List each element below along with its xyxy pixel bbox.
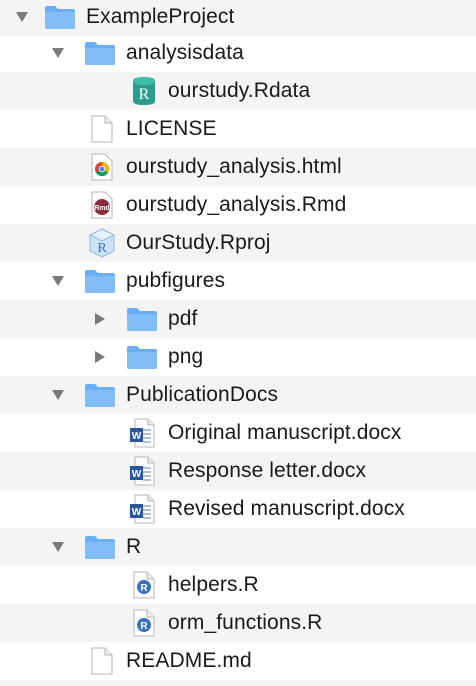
tree-row-label: LICENSE <box>126 117 217 140</box>
chrome-icon <box>86 148 118 186</box>
tree-row-readme[interactable]: README.md <box>0 642 476 680</box>
svg-text:W: W <box>132 431 142 442</box>
tree-row-label: pdf <box>168 307 198 330</box>
folder-icon <box>84 528 116 566</box>
tree-row-example-project[interactable]: ExampleProject <box>0 0 476 36</box>
svg-text:W: W <box>132 469 142 480</box>
tree-row-label: OurStudy.Rproj <box>126 231 271 254</box>
tree-row-label: helpers.R <box>168 573 259 596</box>
tree-row-label: ourstudy_analysis.Rmd <box>126 193 347 216</box>
svg-text:Rmd: Rmd <box>94 205 110 212</box>
tree-row-label: png <box>168 345 204 368</box>
rmarkdown-icon: Rmd <box>86 186 118 224</box>
tree-row-ourstudy-analysis-rmd[interactable]: Rmd ourstudy_analysis.Rmd <box>0 186 476 224</box>
tree-row-analysisdata[interactable]: analysisdata <box>0 34 476 72</box>
tree-row-pdf[interactable]: pdf <box>0 300 476 338</box>
tree-row-publicationdocs[interactable]: PublicationDocs <box>0 376 476 414</box>
folder-icon <box>84 262 116 300</box>
word-document-icon: W <box>126 414 158 452</box>
tree-row-ourstudy-rproj[interactable]: R OurStudy.Rproj <box>0 224 476 262</box>
svg-text:W: W <box>132 507 142 518</box>
word-document-icon: W <box>126 452 158 490</box>
folder-icon <box>84 376 116 414</box>
tree-row-license[interactable]: LICENSE <box>0 110 476 148</box>
folder-icon <box>44 0 76 36</box>
tree-row-label: README.md <box>126 649 252 672</box>
document-icon <box>86 642 118 680</box>
disclosure-expanded-icon[interactable] <box>48 262 68 300</box>
tree-row-r-folder[interactable]: R <box>0 528 476 566</box>
tree-row-revised-manuscript[interactable]: W Revised manuscript.docx <box>0 490 476 528</box>
tree-row-pubfigures[interactable]: pubfigures <box>0 262 476 300</box>
disclosure-expanded-icon[interactable] <box>12 0 32 36</box>
tree-row-label: R <box>126 535 142 558</box>
tree-row-response-letter[interactable]: W Response letter.docx <box>0 452 476 490</box>
tree-row-label: Revised manuscript.docx <box>168 497 405 520</box>
word-document-icon: W <box>126 490 158 528</box>
svg-text:R: R <box>140 621 148 632</box>
disclosure-collapsed-icon[interactable] <box>90 338 110 376</box>
folder-icon <box>84 34 116 72</box>
tree-row-partial <box>0 680 476 686</box>
tree-row-label: PublicationDocs <box>126 383 279 406</box>
folder-icon <box>126 338 158 376</box>
tree-row-label: ourstudy_analysis.html <box>126 155 342 178</box>
r-project-icon: R <box>86 224 118 262</box>
tree-row-original-manuscript[interactable]: W Original manuscript.docx <box>0 414 476 452</box>
disclosure-expanded-icon[interactable] <box>48 34 68 72</box>
tree-row-label: Response letter.docx <box>168 459 367 482</box>
disclosure-expanded-icon[interactable] <box>48 528 68 566</box>
svg-text:R: R <box>97 241 107 256</box>
folder-icon <box>126 300 158 338</box>
disclosure-expanded-icon[interactable] <box>48 376 68 414</box>
tree-row-label: ExampleProject <box>86 5 235 28</box>
tree-row-label: pubfigures <box>126 269 226 292</box>
svg-text:R: R <box>139 86 150 103</box>
tree-row-png[interactable]: png <box>0 338 476 376</box>
svg-text:R: R <box>140 583 148 594</box>
tree-row-helpers-r[interactable]: R helpers.R <box>0 566 476 604</box>
tree-row-ourstudy-analysis-html[interactable]: ourstudy_analysis.html <box>0 148 476 186</box>
tree-row-label: analysisdata <box>126 41 244 64</box>
document-icon <box>86 110 118 148</box>
tree-row-ourstudy-rdata[interactable]: R ourstudy.Rdata <box>0 72 476 110</box>
file-tree: ExampleProject analysisdata R ourstudy.R… <box>0 0 476 686</box>
disclosure-collapsed-icon[interactable] <box>90 300 110 338</box>
tree-row-orm-functions-r[interactable]: R orm_functions.R <box>0 604 476 642</box>
r-data-icon: R <box>128 72 160 110</box>
tree-row-label: orm_functions.R <box>168 611 323 634</box>
r-script-icon: R <box>128 566 160 604</box>
r-script-icon: R <box>128 604 160 642</box>
tree-row-label: Original manuscript.docx <box>168 421 402 444</box>
tree-row-label: ourstudy.Rdata <box>168 79 311 102</box>
